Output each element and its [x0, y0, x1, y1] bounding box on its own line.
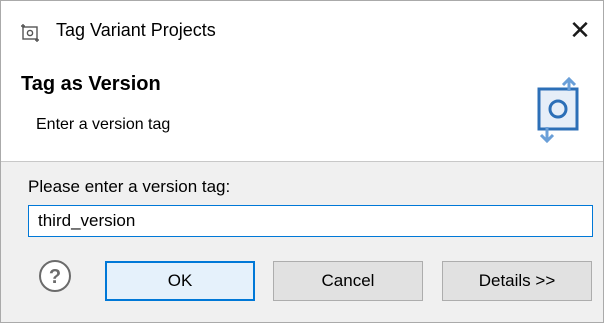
details-button[interactable]: Details >> [442, 261, 592, 301]
svg-text:?: ? [49, 266, 61, 288]
tag-version-wizard-icon [537, 76, 579, 144]
close-icon[interactable]: ✕ [565, 15, 595, 45]
tag-version-dialog: Tag Variant Projects ✕ Tag as Version En… [0, 0, 604, 323]
title-bar: Tag Variant Projects ✕ [1, 1, 603, 63]
window-title: Tag Variant Projects [56, 20, 216, 40]
tag-variant-icon [21, 24, 39, 42]
wizard-banner: Tag as Version Enter a version tag [1, 63, 603, 162]
question-icon[interactable]: ? [38, 259, 72, 293]
page-description: Enter a version tag [36, 116, 171, 133]
cancel-button[interactable]: Cancel [273, 261, 423, 301]
ok-button[interactable]: OK [105, 261, 255, 301]
version-tag-input[interactable] [28, 205, 593, 237]
version-tag-label: Please enter a version tag: [28, 177, 231, 196]
page-title: Tag as Version [21, 73, 161, 95]
